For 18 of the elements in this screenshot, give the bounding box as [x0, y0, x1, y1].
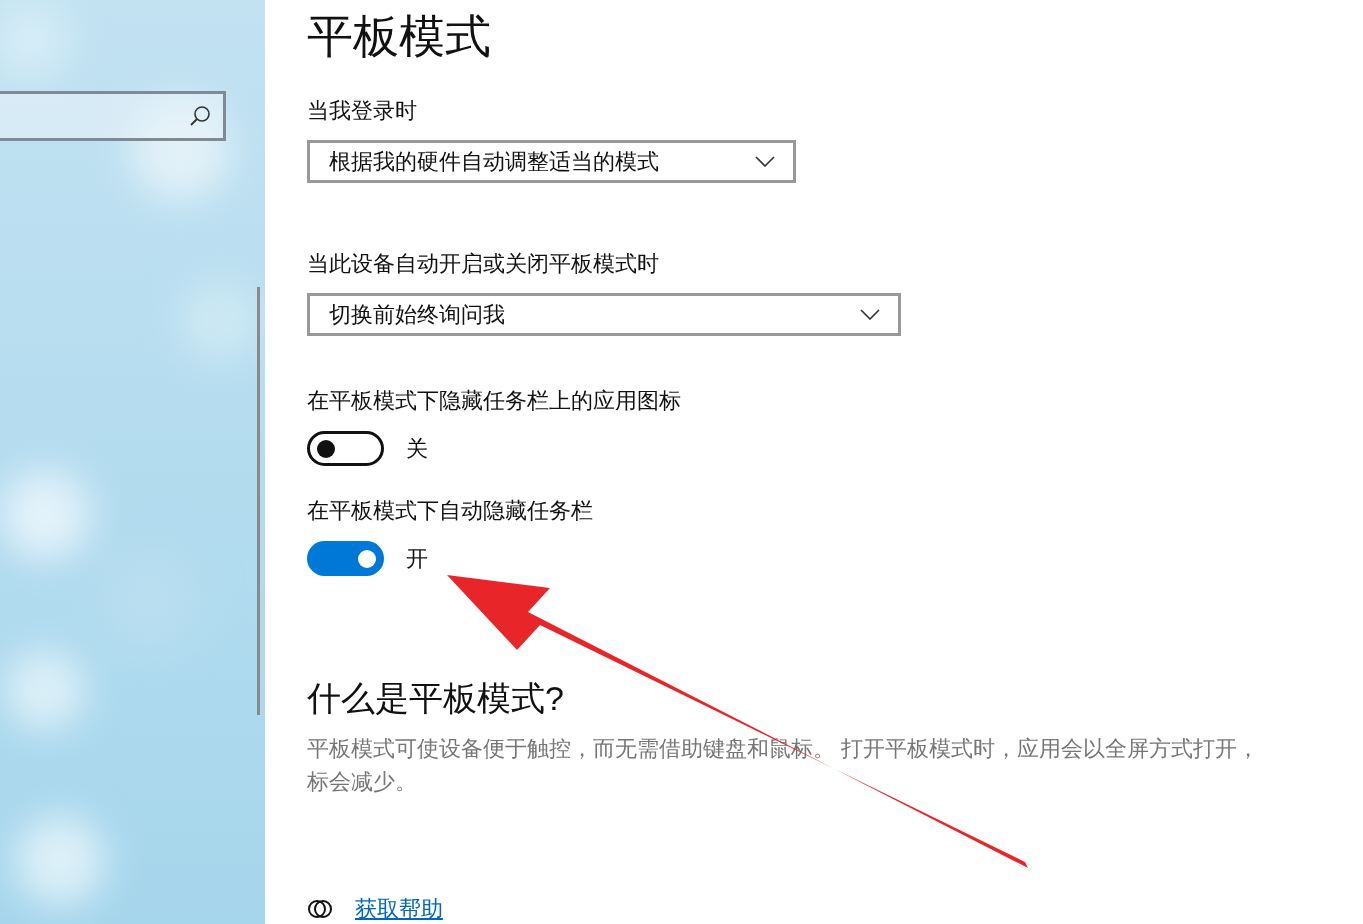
- section-heading: 什么是平板模式?: [307, 678, 565, 719]
- setting-label: 当我登录时: [307, 97, 418, 125]
- page-title: 平板模式: [307, 9, 492, 64]
- dropdown[interactable]: 切换前始终询问我: [307, 293, 901, 336]
- scrollbar[interactable]: [257, 287, 260, 715]
- toggle-state: 开: [406, 544, 428, 573]
- search-icon: [189, 105, 211, 127]
- search-field[interactable]: [0, 91, 226, 141]
- chevron-down-icon: [755, 156, 775, 167]
- chevron-down-icon: [860, 309, 880, 320]
- toggle-switch[interactable]: [307, 431, 384, 466]
- help-link[interactable]: 获取帮助: [307, 894, 1363, 924]
- setting-label: 在平板模式下自动隐藏任务栏: [307, 497, 594, 525]
- toggle-state: 关: [406, 434, 428, 463]
- dropdown[interactable]: 根据我的硬件自动调整适当的模式: [307, 140, 796, 183]
- setting-label: 在平板模式下隐藏任务栏上的应用图标: [307, 387, 682, 415]
- setting-label: 当此设备自动开启或关闭平板模式时: [307, 250, 660, 278]
- toggle-switch[interactable]: [307, 541, 384, 576]
